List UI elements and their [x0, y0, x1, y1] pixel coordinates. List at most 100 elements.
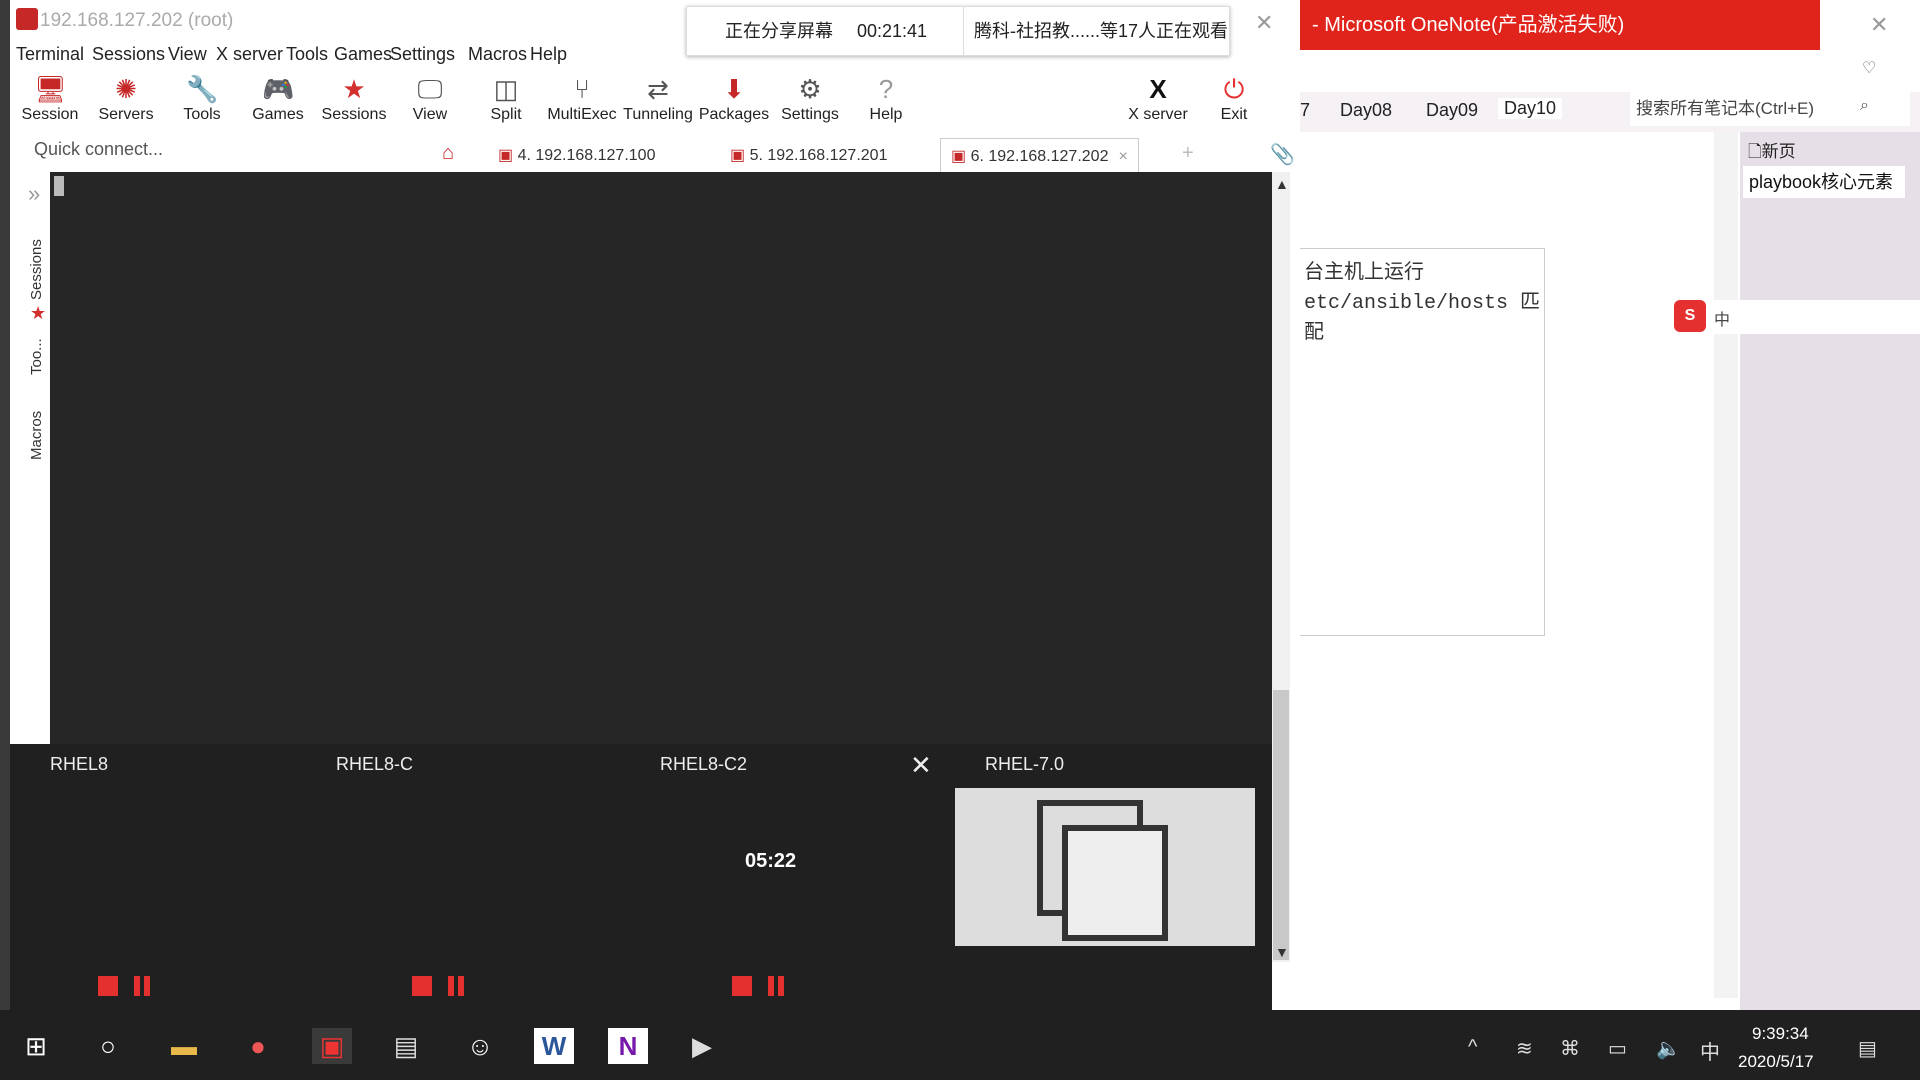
thumb-label-rhel7[interactable]: RHEL-7.0	[985, 754, 1064, 775]
attach-icon[interactable]: 📎	[1270, 142, 1295, 167]
menu-view[interactable]: View	[168, 44, 207, 65]
sogou-icon[interactable]: S	[1674, 300, 1706, 332]
tab-day10[interactable]: Day10	[1498, 98, 1563, 119]
windows-taskbar: ⊞ ○ ▬ ● ▣ ▤ ☺ W N ▶	[0, 1010, 1920, 1080]
exit-button[interactable]: ⏻ Exit	[1196, 70, 1272, 132]
menu-xserver[interactable]: X server	[216, 44, 283, 65]
view-button[interactable]: 🖵 View	[392, 70, 468, 132]
scroll-down-icon[interactable]: ▼	[1275, 944, 1289, 960]
share-viewers[interactable]: 腾科-社招教......等17人正在观看	[963, 7, 1228, 55]
stop-icon[interactable]	[98, 976, 118, 996]
thumbnail-rhel7[interactable]	[955, 788, 1255, 946]
stop-icon[interactable]	[732, 976, 752, 996]
tab-section-7[interactable]: 7	[1300, 100, 1310, 121]
window-title: 192.168.127.202 (root)	[40, 10, 234, 31]
page-list-item[interactable]: playbook核心元素	[1743, 166, 1905, 198]
menu-terminal[interactable]: Terminal	[16, 44, 84, 65]
volume-icon[interactable]: 🔈	[1656, 1036, 1681, 1061]
split-icon: ◫	[493, 74, 519, 104]
menu-settings[interactable]: Settings	[390, 44, 455, 65]
menu-help[interactable]: Help	[530, 44, 567, 65]
new-tab-icon[interactable]: +	[1182, 142, 1194, 165]
taskbar-date[interactable]: 2020/5/17	[1738, 1052, 1814, 1072]
quick-connect-input[interactable]: Quick connect...	[22, 134, 402, 164]
tab-session-6[interactable]: ▣ 6. 192.168.127.202 ×	[940, 138, 1139, 174]
chevron-down-icon[interactable]: ♡	[1862, 58, 1876, 78]
sidebar-tab-macros[interactable]: Macros	[28, 411, 45, 460]
ime-mode-indicator[interactable]: 中	[1714, 306, 1730, 330]
packages-button[interactable]: ⬇ Packages	[696, 70, 772, 132]
tools-button[interactable]: 🔧 Tools	[164, 70, 240, 132]
sidebar-tab-tools[interactable]: Too...	[28, 338, 45, 375]
thumb-label-rhel8-c[interactable]: RHEL8-C	[336, 754, 413, 775]
thumb-label-rhel8[interactable]: RHEL8	[50, 754, 108, 775]
split-button[interactable]: ◫ Split	[468, 70, 544, 132]
notification-icon[interactable]: ▤	[1858, 1036, 1877, 1061]
star-icon: ★	[342, 74, 366, 104]
expand-sidebar-icon[interactable]: »	[28, 181, 40, 207]
games-button[interactable]: 🎮 Games	[240, 70, 316, 132]
search-icon[interactable]: ⌕	[1860, 97, 1869, 115]
mobaxterm-logo-icon	[16, 8, 38, 30]
network-icon[interactable]: ⌘	[1560, 1036, 1580, 1061]
tools-icon: 🔧	[186, 74, 219, 104]
note-line: etc/ansible/hosts 匹配	[1304, 292, 1541, 345]
file-explorer-icon[interactable]: ▬	[164, 1028, 204, 1064]
onenote-title: - Microsoft OneNote(产品激活失败)	[1300, 0, 1820, 50]
onenote-icon[interactable]: N	[608, 1028, 648, 1064]
session-button[interactable]: 🖥 Session	[12, 70, 88, 132]
tab-session-5[interactable]: ▣ 5. 192.168.127.201	[730, 138, 887, 174]
servers-button[interactable]: ✺ Servers	[88, 70, 164, 132]
star-icon: ★	[30, 303, 47, 323]
stop-icon[interactable]	[412, 976, 432, 996]
pause-icon[interactable]	[766, 976, 786, 996]
taskbar-time[interactable]: 9:39:34	[1752, 1024, 1809, 1044]
firefox-icon[interactable]: ●	[238, 1028, 278, 1064]
qq-icon[interactable]: ☺	[460, 1028, 500, 1064]
share-timer: 00:21:41	[857, 21, 928, 41]
windows-start-icon[interactable]: ⊞	[16, 1028, 56, 1064]
sessions-button[interactable]: ★ Sessions	[316, 70, 392, 132]
wifi-icon[interactable]: ≋	[1516, 1036, 1533, 1061]
close-icon[interactable]: ✕	[1255, 10, 1273, 36]
scroll-up-icon[interactable]: ▲	[1275, 176, 1289, 192]
chevron-up-icon[interactable]: ^	[1468, 1036, 1477, 1059]
remote-desktop-icon[interactable]: ▤	[386, 1028, 426, 1064]
new-page-button[interactable]: 🗋新页	[1748, 137, 1796, 168]
session-tabs: ⌂ ▣ 4. 192.168.127.100 ▣ 5. 192.168.127.…	[430, 138, 1295, 174]
tab-day09[interactable]: Day09	[1426, 100, 1478, 121]
menu-tools[interactable]: Tools	[286, 44, 328, 65]
menu-sessions[interactable]: Sessions	[92, 44, 165, 65]
vm-clock: 05:22	[745, 850, 797, 872]
task-view-strip: RHEL8 RHEL8-C RHEL8-C2 ✕ RHEL-7.0 05:22	[10, 744, 1272, 1010]
media-icon[interactable]: ▶	[682, 1028, 722, 1064]
menu-games[interactable]: Games	[334, 44, 392, 65]
xserver-button[interactable]: XX server	[1120, 70, 1196, 132]
terminal-icon: ▣	[730, 147, 750, 164]
thumb-label-rhel8-c2[interactable]: RHEL8-C2	[660, 754, 747, 775]
note-scrollbar[interactable]	[1714, 132, 1738, 998]
tab-day08[interactable]: Day08	[1340, 100, 1392, 121]
tunneling-button[interactable]: ⇄ Tunneling	[620, 70, 696, 132]
ime-indicator[interactable]: 中	[1700, 1036, 1720, 1065]
pause-icon[interactable]	[446, 976, 466, 996]
word-icon[interactable]: W	[534, 1028, 574, 1064]
close-icon[interactable]: ✕	[910, 750, 932, 781]
search-circle-icon[interactable]: ○	[88, 1028, 128, 1064]
home-tab-icon[interactable]: ⌂	[442, 142, 454, 165]
pause-icon[interactable]	[132, 976, 152, 996]
battery-icon[interactable]: ▭	[1608, 1036, 1627, 1061]
close-tab-icon[interactable]: ×	[1118, 148, 1127, 165]
mobaxterm-icon[interactable]: ▣	[312, 1028, 352, 1064]
close-icon[interactable]: ✕	[1870, 12, 1888, 38]
menu-macros[interactable]: Macros	[468, 44, 527, 65]
sidebar-tab-sessions[interactable]: Sessions	[28, 239, 45, 300]
terminal-area[interactable]	[50, 172, 1272, 744]
settings-icon: ⚙	[798, 74, 822, 104]
tab-session-4[interactable]: ▣ 4. 192.168.127.100	[498, 138, 655, 174]
help-button[interactable]: ? Help	[848, 70, 924, 132]
scrollbar-thumb[interactable]	[1273, 690, 1289, 960]
settings-button[interactable]: ⚙ Settings	[772, 70, 848, 132]
multiexec-button[interactable]: ⑂ MultiExec	[544, 70, 620, 132]
note-container[interactable]: 台主机上运行 etc/ansible/hosts 匹配	[1300, 248, 1545, 636]
